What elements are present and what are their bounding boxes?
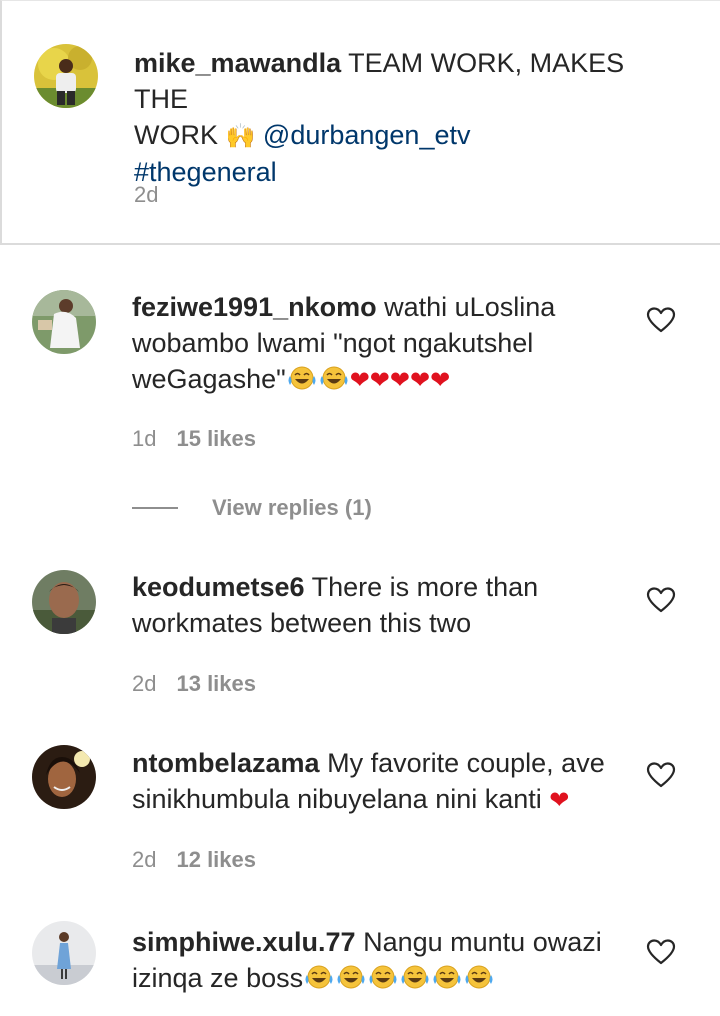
comment-text: keodumetse6 There is more than workmates… bbox=[132, 569, 672, 641]
avatar[interactable] bbox=[32, 745, 96, 809]
face-with-tears-of-joy-icon bbox=[286, 364, 318, 392]
replies-line bbox=[132, 507, 178, 509]
like-comment-button[interactable] bbox=[646, 938, 676, 966]
face-with-tears-of-joy-icon bbox=[367, 963, 399, 991]
view-replies-button[interactable]: View replies (1) bbox=[132, 490, 372, 526]
view-replies-label: View replies (1) bbox=[212, 495, 372, 520]
face-with-tears-of-joy-icon bbox=[463, 963, 495, 991]
comment-time: 1d bbox=[132, 426, 157, 451]
red-heart-icon: ❤ bbox=[549, 786, 570, 814]
caption-username[interactable]: mike_mawandla bbox=[134, 48, 341, 78]
heart-outline-icon bbox=[646, 761, 676, 789]
heart-outline-icon bbox=[646, 586, 676, 614]
face-with-tears-of-joy-icon bbox=[318, 364, 350, 392]
comment-time: 2d bbox=[132, 847, 157, 872]
face-with-tears-of-joy-icon bbox=[303, 963, 495, 993]
like-comment-button[interactable] bbox=[646, 761, 676, 789]
comment-meta: 2d 12 likes bbox=[132, 846, 256, 874]
caption-time: 2d bbox=[134, 181, 158, 209]
comment-text: feziwe1991_nkomo wathi uLoslina wobambo … bbox=[132, 289, 672, 398]
comment-username[interactable]: keodumetse6 bbox=[132, 572, 305, 602]
avatar[interactable] bbox=[34, 44, 98, 108]
face-with-tears-of-joy-icon bbox=[286, 364, 350, 394]
caption-text: mike_mawandla TEAM WORK, MAKES THE WORK … bbox=[134, 45, 674, 190]
comment-meta: 1d 15 likes bbox=[132, 425, 256, 453]
comment-likes[interactable]: 15 likes bbox=[176, 426, 256, 451]
comment-username[interactable]: simphiwe.xulu.77 bbox=[132, 927, 356, 957]
comment-likes[interactable]: 12 likes bbox=[176, 847, 256, 872]
face-with-tears-of-joy-icon bbox=[431, 963, 463, 991]
comment-username[interactable]: ntombelazama bbox=[132, 748, 320, 778]
comment-text: ntombelazama My favorite couple, ave sin… bbox=[132, 745, 672, 818]
avatar[interactable] bbox=[32, 290, 96, 354]
face-with-tears-of-joy-icon bbox=[303, 963, 335, 991]
caption-line2: WORK bbox=[134, 120, 218, 150]
comment-username[interactable]: feziwe1991_nkomo bbox=[132, 292, 377, 322]
comment-time: 2d bbox=[132, 671, 157, 696]
heart-outline-icon bbox=[646, 938, 676, 966]
like-comment-button[interactable] bbox=[646, 306, 676, 334]
comment-likes[interactable]: 13 likes bbox=[176, 671, 256, 696]
face-with-tears-of-joy-icon bbox=[399, 963, 431, 991]
post-caption: mike_mawandla TEAM WORK, MAKES THE WORK … bbox=[0, 0, 720, 243]
divider bbox=[0, 243, 720, 245]
comment-meta: 2d 13 likes bbox=[132, 670, 256, 698]
heart-outline-icon bbox=[646, 306, 676, 334]
caption-mention[interactable]: @durbangen_etv bbox=[263, 120, 471, 150]
raised-hands-icon: 🙌 bbox=[225, 122, 256, 150]
caption-time-value: 2d bbox=[134, 182, 159, 207]
avatar[interactable] bbox=[32, 570, 96, 634]
red-heart-icon: ❤❤❤❤❤ bbox=[349, 366, 451, 394]
face-with-tears-of-joy-icon bbox=[335, 963, 367, 991]
comment-text: simphiwe.xulu.77 Nangu muntu owazi izinq… bbox=[132, 924, 672, 996]
avatar[interactable] bbox=[32, 921, 96, 985]
like-comment-button[interactable] bbox=[646, 586, 676, 614]
